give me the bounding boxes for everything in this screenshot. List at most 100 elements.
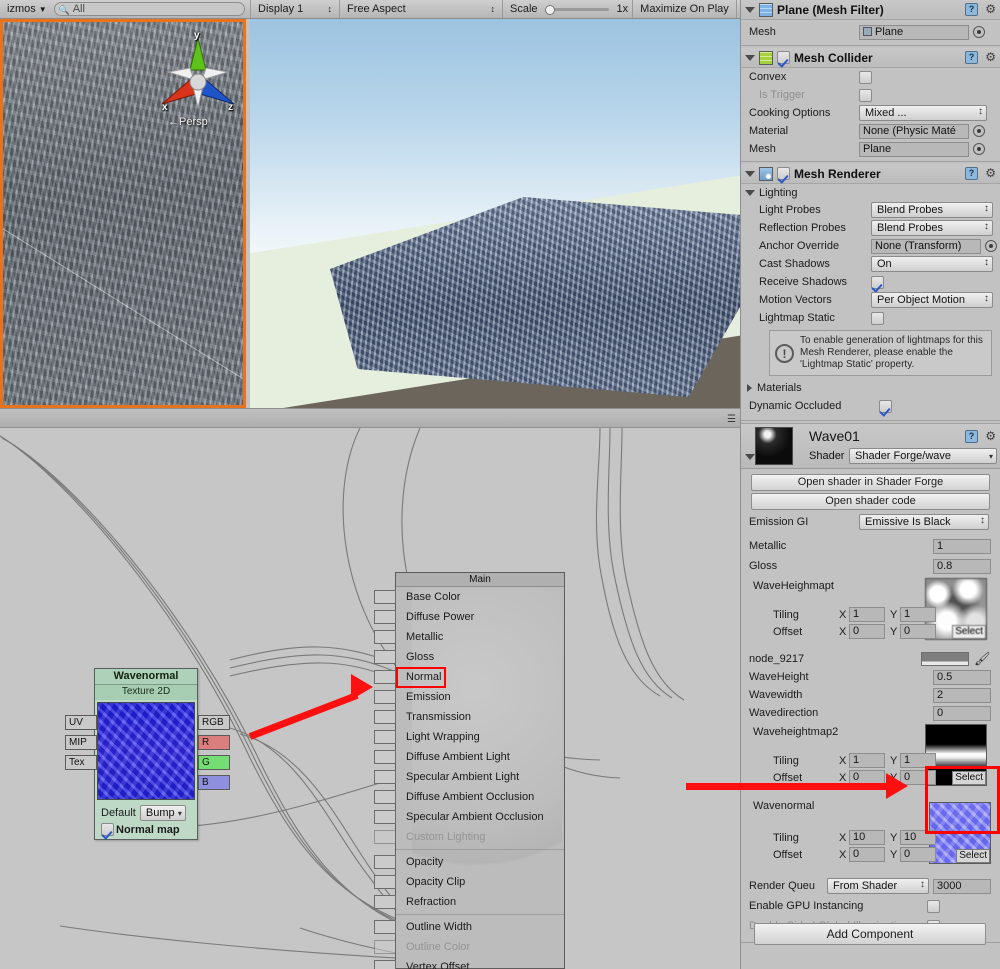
display-dropdown[interactable]: Display 1 ↕ <box>251 0 339 18</box>
motion-vectors-dropdown[interactable]: Per Object Motion <box>871 292 993 308</box>
main-node-slot-refraction[interactable]: Refraction <box>374 892 564 912</box>
mesh-object-field[interactable]: Plane <box>859 24 969 40</box>
lightmap-static-checkbox[interactable] <box>871 311 884 325</box>
node-port-g[interactable]: G <box>198 755 230 770</box>
waveheighmapt-tiling-y[interactable]: 1 <box>900 607 936 622</box>
materials-foldout[interactable]: Materials <box>741 379 1000 397</box>
gloss-input[interactable]: 0.8 <box>933 558 991 574</box>
help-icon[interactable]: ? <box>965 430 978 443</box>
waveheight-input[interactable]: 0.5 <box>933 669 991 685</box>
node-port-tex[interactable]: Tex <box>65 755 97 770</box>
open-shader-code-button[interactable]: Open shader code <box>751 493 990 510</box>
cast-shadows-dropdown[interactable]: On <box>871 256 993 272</box>
main-node-slot-light-wrapping[interactable]: Light Wrapping <box>374 727 564 747</box>
node-port-uv[interactable]: UV <box>65 715 97 730</box>
chevron-down-icon[interactable] <box>745 454 755 460</box>
receive-shadows-checkbox[interactable] <box>871 275 884 289</box>
main-node-port[interactable] <box>374 810 396 824</box>
add-component-button[interactable]: Add Component <box>754 923 986 945</box>
main-node-port[interactable] <box>374 790 396 804</box>
waveheighmapt-offset-y[interactable]: 0 <box>900 624 936 639</box>
main-node-slot-diffuse-ambient-occlusion[interactable]: Diffuse Ambient Occlusion <box>374 787 564 807</box>
material-object-picker[interactable] <box>973 125 985 137</box>
render-queue-number-input[interactable]: 3000 <box>933 878 991 894</box>
gear-icon[interactable]: ⚙ <box>985 2 996 16</box>
mesh-object-picker[interactable] <box>973 143 985 155</box>
wavenormal-offset-x[interactable]: 0 <box>849 847 885 862</box>
chevron-down-icon[interactable] <box>745 6 755 13</box>
light-probes-dropdown[interactable]: Blend Probes <box>871 202 993 218</box>
select-button[interactable]: Select <box>952 625 986 639</box>
main-node-port[interactable] <box>374 610 396 624</box>
anchor-override-object-field[interactable]: None (Transform) <box>871 238 981 254</box>
main-node-slot-gloss[interactable]: Gloss <box>374 647 564 667</box>
scale-slider[interactable] <box>544 0 613 18</box>
chevron-right-icon[interactable] <box>747 384 752 392</box>
help-icon[interactable]: ? <box>965 167 978 180</box>
waveheightmap2-tiling-x[interactable]: 1 <box>849 753 885 768</box>
node-default-dropdown[interactable]: Bump <box>139 805 186 821</box>
chevron-down-icon[interactable] <box>745 170 755 177</box>
main-node-slot-emission[interactable]: Emission <box>374 687 564 707</box>
help-icon[interactable]: ? <box>965 51 978 64</box>
node-main-output[interactable]: Main Base Color Diffuse Power Metallic Glos… <box>374 572 565 969</box>
emission-gi-dropdown[interactable]: Emissive Is Black <box>859 514 989 530</box>
main-node-port[interactable] <box>374 670 396 684</box>
maximize-on-play-toggle[interactable]: Maximize On Play <box>633 0 736 18</box>
scene-projection-label[interactable]: ←Persp <box>168 116 208 128</box>
gear-icon[interactable]: ⚙ <box>985 429 996 443</box>
main-node-slot-outline-width[interactable]: Outline Width <box>374 917 564 937</box>
help-icon[interactable]: ? <box>965 3 978 16</box>
main-node-port[interactable] <box>374 690 396 704</box>
main-node-slot-base-color[interactable]: Base Color <box>374 587 564 607</box>
main-node-port[interactable] <box>374 630 396 644</box>
mesh-renderer-enabled-checkbox[interactable] <box>777 167 790 180</box>
gizmos-dropdown[interactable]: izmos ▼ <box>0 0 54 18</box>
gear-icon[interactable]: ⚙ <box>985 50 996 64</box>
scene-search-input[interactable]: 🔍 All <box>53 2 245 16</box>
dynamic-occluded-checkbox[interactable] <box>879 399 892 413</box>
main-node-port[interactable] <box>374 770 396 784</box>
chevron-down-icon[interactable] <box>745 189 755 196</box>
scene-orientation-gizmo[interactable]: y x z ←Persp <box>148 30 243 140</box>
material-object-field[interactable]: None (Physic Maté <box>859 123 969 139</box>
gear-icon[interactable]: ⚙ <box>985 166 996 180</box>
node-port-mip[interactable]: MIP <box>65 735 97 750</box>
scene-view[interactable]: y x z ←Persp <box>0 19 246 408</box>
eyedropper-icon[interactable]: 🖌 <box>974 651 991 667</box>
chevron-down-icon[interactable] <box>745 54 755 61</box>
main-node-slot-vertex-offset[interactable]: Vertex Offset <box>374 957 564 969</box>
main-node-port[interactable] <box>374 750 396 764</box>
panel-menu-icon[interactable]: ☰ <box>727 414 736 425</box>
node-port-r[interactable]: R <box>198 735 230 750</box>
render-queue-dropdown[interactable]: From Shader <box>827 878 929 894</box>
reflection-probes-dropdown[interactable]: Blend Probes <box>871 220 993 236</box>
waveheighmapt-tiling-x[interactable]: 1 <box>849 607 885 622</box>
shader-dropdown[interactable]: Shader Forge/wave <box>849 448 997 464</box>
main-node-slot-specular-ambient-light[interactable]: Specular Ambient Light <box>374 767 564 787</box>
anchor-override-object-picker[interactable] <box>985 240 997 252</box>
main-node-slot-metallic[interactable]: Metallic <box>374 627 564 647</box>
main-node-port[interactable] <box>374 875 396 889</box>
waveheighmapt-offset-x[interactable]: 0 <box>849 624 885 639</box>
component-header-mesh-filter[interactable]: Plane (Mesh Filter) ? ⚙ <box>741 0 1000 20</box>
node-port-rgb[interactable]: RGB <box>198 715 230 730</box>
main-node-port[interactable] <box>374 960 396 969</box>
main-node-slot-diffuse-power[interactable]: Diffuse Power <box>374 607 564 627</box>
game-view[interactable] <box>250 19 740 408</box>
component-header-mesh-renderer[interactable]: Mesh Renderer ? ⚙ <box>741 164 1000 184</box>
main-node-port[interactable] <box>374 895 396 909</box>
main-node-slot-opacity-clip[interactable]: Opacity Clip <box>374 872 564 892</box>
main-node-port[interactable] <box>374 710 396 724</box>
wavedirection-input[interactable]: 0 <box>933 705 991 721</box>
main-node-slot-specular-ambient-occlusion[interactable]: Specular Ambient Occlusion <box>374 807 564 827</box>
material-header-wave01[interactable]: Wave01 Shader Shader Forge/wave ? ⚙ <box>741 423 1000 469</box>
main-node-slot-transmission[interactable]: Transmission <box>374 707 564 727</box>
wavenormal-tiling-x[interactable]: 10 <box>849 830 885 845</box>
convex-checkbox[interactable] <box>859 70 872 84</box>
metallic-input[interactable]: 1 <box>933 538 991 554</box>
mesh-object-field[interactable]: Plane <box>859 141 969 157</box>
mesh-collider-enabled-checkbox[interactable] <box>777 51 790 64</box>
node-wavenormal[interactable]: Wavenormal Texture 2D Default Bump Norma… <box>65 668 230 840</box>
gpu-instancing-checkbox[interactable] <box>927 899 940 913</box>
